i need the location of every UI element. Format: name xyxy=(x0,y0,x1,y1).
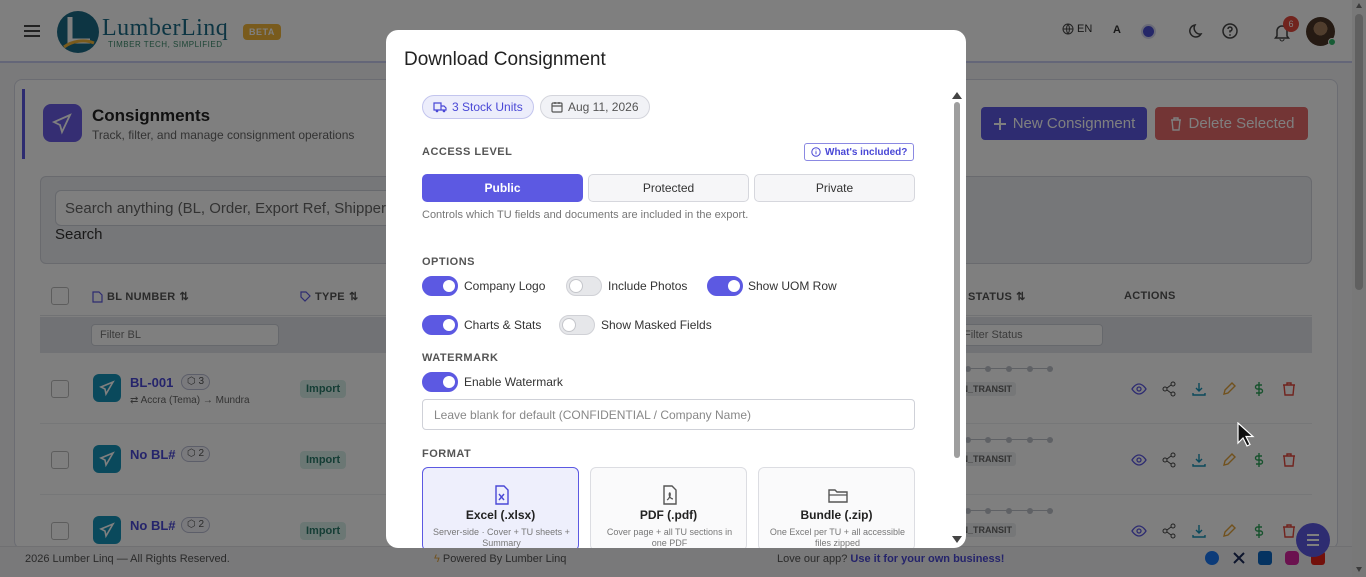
truck-icon xyxy=(433,102,447,113)
enable-watermark-toggle[interactable] xyxy=(422,372,458,392)
show-masked-fields-toggle[interactable] xyxy=(559,315,595,335)
company-logo-toggle[interactable] xyxy=(422,276,458,296)
modal-scrollbar[interactable] xyxy=(952,90,962,546)
format-excel-name: Excel (.xlsx) xyxy=(465,508,536,522)
download-consignment-modal: Download Consignment 3 Stock Units Aug 1… xyxy=(386,30,966,548)
stock-units-chip: 3 Stock Units xyxy=(422,95,534,119)
pdf-file-icon xyxy=(663,485,677,505)
include-photos-toggle[interactable] xyxy=(566,276,602,296)
access-public-tab[interactable]: Public xyxy=(422,174,583,202)
mouse-cursor-icon xyxy=(1237,422,1255,447)
watermark-text-input[interactable]: Leave blank for default (CONFIDENTIAL / … xyxy=(422,399,915,430)
access-level-heading: ACCESS LEVEL xyxy=(422,146,513,158)
format-pdf-desc: Cover page + all TU sections in one PDF xyxy=(606,527,733,548)
stock-units-text: 3 Stock Units xyxy=(452,100,523,114)
watermark-heading: WATERMARK xyxy=(422,352,499,364)
access-private-tab[interactable]: Private xyxy=(754,174,915,202)
modal-scroll-up-icon[interactable] xyxy=(952,92,962,99)
modal-scrollbar-thumb[interactable] xyxy=(954,102,960,458)
company-logo-label: Company Logo xyxy=(464,279,546,293)
modal-scroll-down-icon[interactable] xyxy=(952,536,962,543)
charts-stats-toggle[interactable] xyxy=(422,315,458,335)
whats-included-label: What's included? xyxy=(825,146,908,158)
charts-stats-label: Charts & Stats xyxy=(464,318,542,332)
date-chip: Aug 11, 2026 xyxy=(540,95,650,119)
format-pdf-option[interactable]: PDF (.pdf) Cover page + all TU sections … xyxy=(590,467,747,548)
format-zip-desc: One Excel per TU + all accessible files … xyxy=(769,527,906,548)
date-text: Aug 11, 2026 xyxy=(568,100,639,114)
whats-included-button[interactable]: What's included? xyxy=(804,143,915,161)
access-protected-tab[interactable]: Protected xyxy=(588,174,749,202)
format-excel-option[interactable]: Excel (.xlsx) Server-side · Cover + TU s… xyxy=(422,467,579,548)
format-excel-desc: Server-side · Cover + TU sheets + Summar… xyxy=(433,527,570,548)
options-heading: OPTIONS xyxy=(422,256,476,268)
folder-icon xyxy=(828,489,848,503)
modal-title: Download Consignment xyxy=(404,49,606,70)
show-uom-row-label: Show UOM Row xyxy=(748,279,837,293)
show-masked-fields-label: Show Masked Fields xyxy=(601,318,712,332)
calendar-icon xyxy=(551,102,563,113)
show-uom-row-toggle[interactable] xyxy=(707,276,743,296)
access-help-text: Controls which TU fields and documents a… xyxy=(422,209,749,221)
format-pdf-name: PDF (.pdf) xyxy=(639,508,698,522)
format-zip-name: Bundle (.zip) xyxy=(800,508,873,522)
include-photos-label: Include Photos xyxy=(608,279,688,293)
format-zip-option[interactable]: Bundle (.zip) One Excel per TU + all acc… xyxy=(758,467,915,548)
info-icon xyxy=(811,147,821,157)
excel-file-icon xyxy=(495,485,509,505)
format-heading: FORMAT xyxy=(422,448,472,460)
enable-watermark-label: Enable Watermark xyxy=(464,375,563,389)
